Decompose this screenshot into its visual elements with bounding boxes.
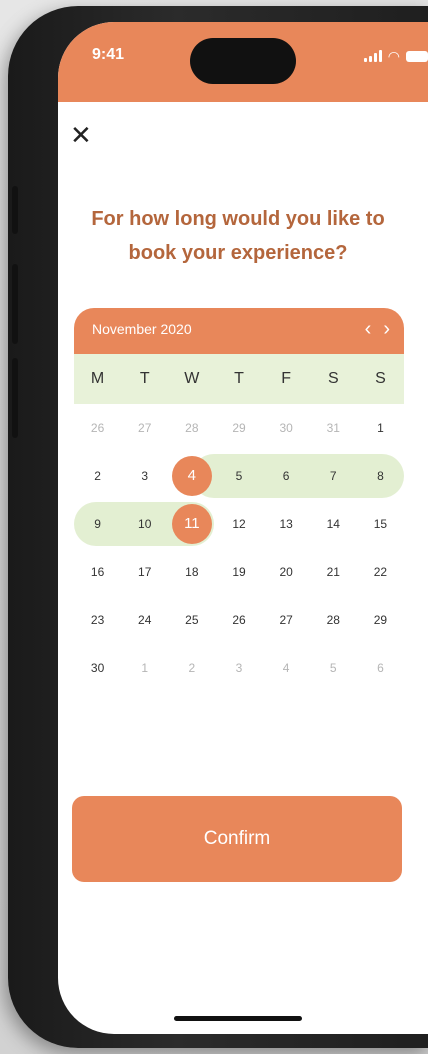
weekday-label: T — [139, 370, 150, 387]
weekday-label: S — [375, 370, 386, 387]
weekday-label: T — [234, 370, 244, 387]
status-time: 9:41 — [92, 46, 125, 63]
calendar-day[interactable]: 28 — [168, 406, 215, 450]
calendar-day[interactable]: 27 — [263, 598, 310, 642]
calendar-day[interactable]: 14 — [310, 502, 357, 546]
weekday-header: M T W T F S S — [74, 354, 404, 404]
calendar-day[interactable]: 19 — [215, 550, 262, 594]
dynamic-island — [190, 38, 296, 84]
calendar-day[interactable]: 4 — [263, 646, 310, 690]
close-icon[interactable]: ✕ — [70, 122, 92, 148]
calendar-day[interactable]: 5 — [310, 646, 357, 690]
battery-icon — [406, 50, 428, 62]
calendar-day[interactable]: 7 — [310, 454, 357, 498]
chevron-left-icon[interactable]: ‹ — [365, 318, 372, 340]
calendar-day[interactable]: 9 — [74, 502, 121, 546]
calendar-day[interactable]: 12 — [215, 502, 262, 546]
calendar-day[interactable]: 23 — [74, 598, 121, 642]
confirm-button[interactable]: Confirm — [72, 796, 402, 882]
calendar-day[interactable]: 17 — [121, 550, 168, 594]
calendar-month-label: November 2020 — [92, 321, 192, 337]
app-screen: 9:41 ◠ ✕ For how long would you like to … — [58, 22, 428, 1034]
calendar-day[interactable]: 29 — [357, 598, 404, 642]
calendar-day[interactable]: 31 — [310, 406, 357, 450]
status-icons: ◠ — [363, 48, 428, 64]
calendar-day[interactable]: 29 — [215, 406, 262, 450]
side-button — [12, 186, 18, 234]
calendar-day[interactable]: 25 — [168, 598, 215, 642]
calendar-day[interactable]: 13 — [263, 502, 310, 546]
calendar-day-range-end[interactable]: 11 — [168, 502, 215, 546]
calendar-day[interactable]: 3 — [215, 646, 262, 690]
weekday-label: F — [281, 370, 292, 387]
calendar-week: 2 3 4 5 6 7 8 — [74, 452, 404, 500]
title-line-2: book your experience? — [128, 242, 348, 264]
calendar-day[interactable]: 18 — [168, 550, 215, 594]
calendar-day[interactable]: 16 — [74, 550, 121, 594]
calendar-day[interactable]: 6 — [357, 646, 404, 690]
side-button — [12, 264, 18, 344]
page-title: For how long would you like to book your… — [88, 202, 388, 270]
wifi-icon: ◠ — [387, 48, 400, 64]
weekday-label: W — [184, 370, 200, 387]
calendar-day[interactable]: 21 — [310, 550, 357, 594]
calendar-week: 16 17 18 19 20 21 22 — [74, 548, 404, 596]
calendar-nav: ‹ › — [365, 318, 390, 340]
calendar-day[interactable]: 5 — [215, 454, 262, 498]
weekday-label: S — [327, 370, 339, 387]
weekday-label: M — [90, 370, 105, 387]
calendar-day[interactable]: 30 — [74, 646, 121, 690]
calendar-day[interactable]: 15 — [357, 502, 404, 546]
calendar-day[interactable]: 26 — [74, 406, 121, 450]
calendar-header: November 2020 ‹ › — [74, 308, 404, 354]
calendar-day[interactable]: 8 — [357, 454, 404, 498]
chevron-right-icon[interactable]: › — [383, 318, 390, 340]
calendar-day[interactable]: 20 — [263, 550, 310, 594]
calendar-day-range-start[interactable]: 4 — [168, 454, 215, 498]
calendar-day[interactable]: 1 — [121, 646, 168, 690]
calendar-day[interactable]: 3 — [121, 454, 168, 498]
calendar-week: 23 24 25 26 27 28 29 — [74, 596, 404, 644]
calendar-week: 26 27 28 29 30 31 1 — [74, 404, 404, 452]
calendar-day[interactable]: 26 — [215, 598, 262, 642]
calendar-day[interactable]: 10 — [121, 502, 168, 546]
signal-icon — [363, 50, 382, 62]
calendar-day[interactable]: 30 — [263, 406, 310, 450]
calendar-day[interactable]: 2 — [74, 454, 121, 498]
calendar-day[interactable]: 1 — [357, 406, 404, 450]
calendar-day[interactable]: 22 — [357, 550, 404, 594]
calendar-day[interactable]: 2 — [168, 646, 215, 690]
status-bar: 9:41 ◠ — [58, 22, 428, 102]
calendar-day[interactable]: 27 — [121, 406, 168, 450]
calendar-week: 30 1 2 3 4 5 6 — [74, 644, 404, 692]
calendar-day[interactable]: 24 — [121, 598, 168, 642]
calendar: November 2020 ‹ › M T W T F S S 26 27 28… — [74, 308, 404, 692]
calendar-day[interactable]: 6 — [263, 454, 310, 498]
side-button — [12, 358, 18, 438]
title-line-1: For how long would you like to — [91, 208, 385, 230]
home-indicator — [174, 1016, 302, 1021]
calendar-day[interactable]: 28 — [310, 598, 357, 642]
calendar-week: 9 10 11 12 13 14 15 — [74, 500, 404, 548]
